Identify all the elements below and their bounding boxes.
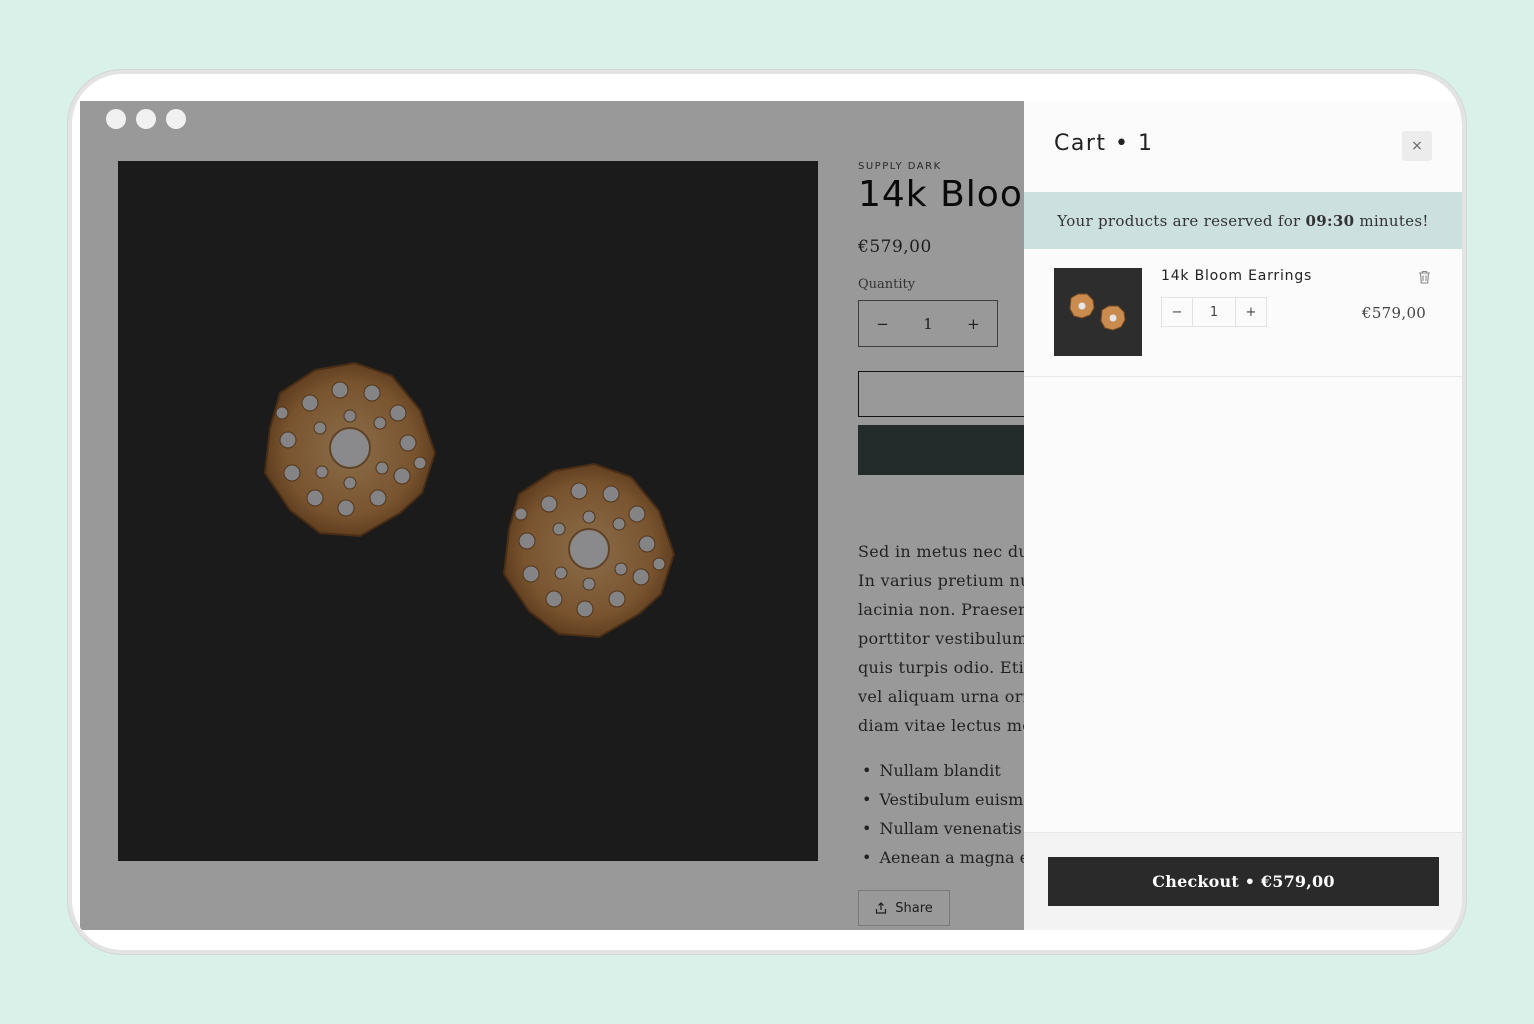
window-dot-minimize[interactable]	[136, 109, 156, 129]
reservation-suffix: minutes!	[1359, 211, 1429, 230]
browser-viewport: SUPPLY DARK 14k Bloom Earrings €579,00 Q…	[80, 101, 1462, 930]
close-icon: ×	[1411, 138, 1423, 154]
reservation-prefix: Your products are reserved for	[1057, 211, 1301, 230]
reservation-timer: 09:30	[1305, 211, 1355, 230]
reservation-banner: Your products are reserved for 09:30 min…	[1024, 192, 1462, 249]
cart-line-item: 14k Bloom Earrings − 1 + €579,00	[1024, 249, 1462, 377]
cart-title: Cart • 1	[1054, 131, 1154, 156]
window-controls	[106, 109, 186, 129]
cart-item-decrease-button[interactable]: −	[1162, 305, 1192, 320]
cart-item-thumbnail[interactable]	[1054, 268, 1142, 356]
cart-item-increase-button[interactable]: +	[1236, 305, 1266, 320]
cart-footer: Checkout • €579,00	[1024, 832, 1462, 930]
cart-drawer: Cart • 1 × Your products are reserved fo…	[1024, 101, 1462, 930]
cart-item-quantity-input[interactable]: 1	[1192, 298, 1236, 326]
checkout-button[interactable]: Checkout • €579,00	[1048, 857, 1439, 906]
device-frame: SUPPLY DARK 14k Bloom Earrings €579,00 Q…	[68, 70, 1466, 954]
cart-header: Cart • 1 ×	[1024, 101, 1462, 192]
close-cart-button[interactable]: ×	[1402, 131, 1432, 161]
cart-item-quantity-stepper: − 1 +	[1161, 297, 1267, 327]
window-dot-maximize[interactable]	[166, 109, 186, 129]
earrings-thumbnail-image	[1069, 293, 1126, 331]
window-dot-close[interactable]	[106, 109, 126, 129]
cart-item-name[interactable]: 14k Bloom Earrings	[1161, 268, 1312, 284]
remove-item-button[interactable]	[1418, 269, 1431, 288]
cart-item-price: €579,00	[1362, 304, 1427, 322]
trash-icon	[1419, 270, 1430, 284]
